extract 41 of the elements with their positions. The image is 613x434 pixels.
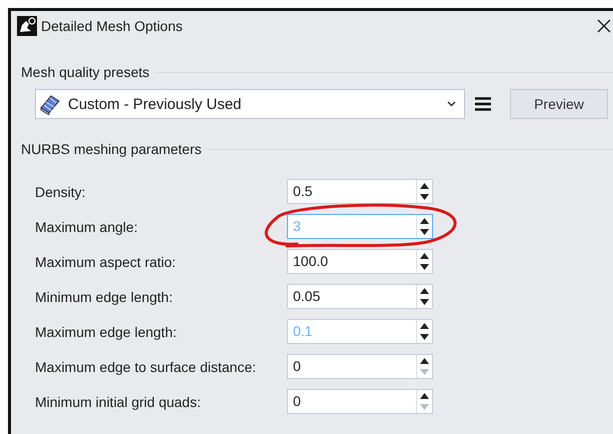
spinner-value: 0.1 bbox=[292, 322, 314, 341]
mesh-book-icon bbox=[39, 93, 61, 115]
parameter-label: Maximum edge to surface distance: bbox=[35, 358, 257, 374]
group-title: Mesh quality presets bbox=[21, 64, 150, 80]
parameter-label: Maximum angle: bbox=[35, 218, 139, 234]
preview-button[interactable]: Preview bbox=[510, 89, 608, 119]
dropdown-value: Custom - Previously Used bbox=[68, 96, 242, 112]
number-spinner[interactable]: 0.05 bbox=[287, 284, 433, 309]
number-spinner[interactable]: 0 bbox=[287, 354, 433, 379]
down-arrow-icon[interactable] bbox=[420, 299, 429, 306]
spinner-value: 3 bbox=[292, 217, 302, 236]
group-title: NURBS meshing parameters bbox=[21, 141, 202, 157]
close-icon[interactable] bbox=[597, 18, 611, 32]
down-arrow-icon[interactable] bbox=[420, 334, 429, 340]
number-spinner[interactable]: 100.0 bbox=[287, 249, 433, 274]
parameter-label: Minimum edge length: bbox=[35, 288, 174, 304]
number-spinner[interactable]: 0 bbox=[287, 389, 433, 414]
up-arrow-icon[interactable] bbox=[420, 288, 429, 294]
number-spinner[interactable]: 0.5 bbox=[287, 179, 433, 204]
up-arrow-icon[interactable] bbox=[420, 252, 429, 259]
spinner-value: 100.0 bbox=[292, 252, 330, 271]
up-arrow-icon[interactable] bbox=[420, 358, 429, 364]
parameter-label: Maximum aspect ratio: bbox=[35, 254, 177, 270]
window-title: Detailed Mesh Options bbox=[41, 18, 184, 34]
spinner-value: 0.05 bbox=[292, 287, 322, 306]
down-arrow-icon[interactable] bbox=[420, 194, 429, 200]
preset-dropdown[interactable]: Custom - Previously Used bbox=[35, 89, 465, 119]
up-arrow-icon[interactable] bbox=[420, 392, 429, 399]
menu-icon[interactable] bbox=[475, 97, 491, 111]
spinner-value: 0 bbox=[292, 357, 302, 376]
spinner-value: 0.5 bbox=[292, 182, 314, 201]
down-arrow-icon[interactable] bbox=[420, 229, 429, 236]
parameter-label: Density: bbox=[35, 184, 87, 200]
spinner-value: 0 bbox=[292, 392, 302, 411]
parameter-label: Maximum edge length: bbox=[35, 324, 178, 340]
up-arrow-icon[interactable] bbox=[420, 218, 429, 224]
up-arrow-icon[interactable] bbox=[420, 322, 429, 329]
up-arrow-icon[interactable] bbox=[420, 182, 429, 189]
down-arrow-icon[interactable] bbox=[420, 264, 429, 270]
chevron-down-icon bbox=[447, 101, 456, 107]
parameter-label: Minimum initial grid quads: bbox=[35, 394, 202, 410]
